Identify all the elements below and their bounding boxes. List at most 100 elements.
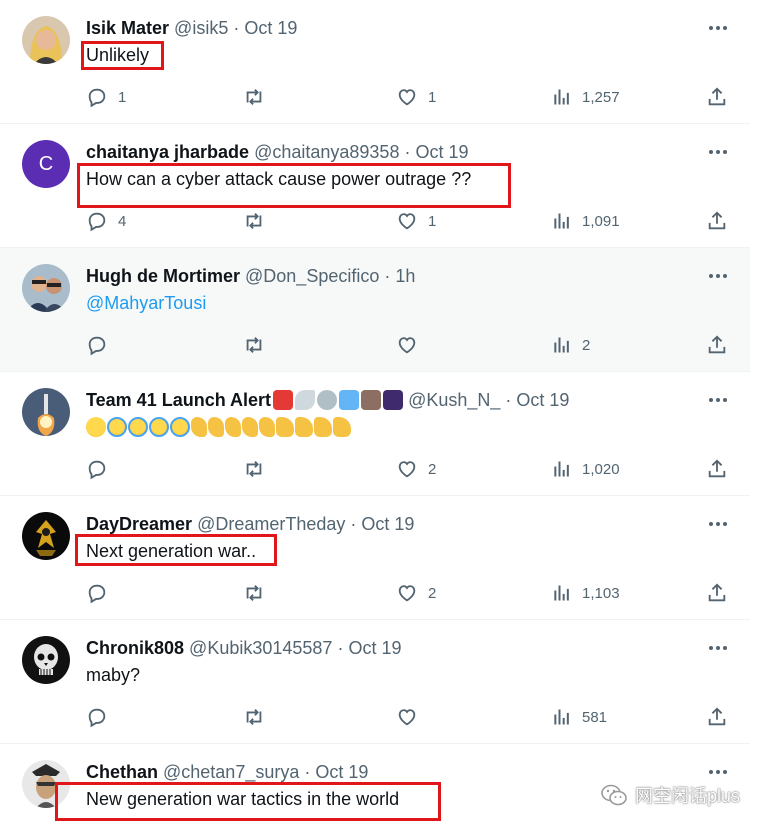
retweet-button[interactable] <box>242 332 266 358</box>
more-options-icon[interactable] <box>708 266 728 286</box>
user-handle[interactable]: @Don_Specifico <box>245 266 379 287</box>
like-button[interactable]: 1 <box>396 84 436 110</box>
user-handle[interactable]: @Kush_N_ <box>408 390 500 411</box>
share-icon <box>708 707 726 726</box>
reply-button[interactable]: 4 <box>86 208 126 234</box>
winking-face-icon <box>86 417 106 437</box>
share-button[interactable] <box>706 84 728 110</box>
like-button[interactable]: 2 <box>396 456 436 482</box>
like-button[interactable] <box>396 332 418 358</box>
tweet[interactable]: Chronik808 @Kubik30145587 · Oct 19 maby?… <box>0 620 750 744</box>
tweet[interactable]: Team 41 Launch Alert @Kush_N_ · Oct 19 2… <box>0 372 750 496</box>
timestamp[interactable]: Oct 19 <box>315 762 368 783</box>
reply-button[interactable] <box>86 456 108 482</box>
separator-dot: · <box>350 513 357 534</box>
reply-icon <box>88 88 106 108</box>
tweet-text <box>86 417 351 437</box>
share-button[interactable] <box>706 456 728 482</box>
reply-count: 4 <box>118 212 127 230</box>
views-icon <box>554 461 569 477</box>
heart-icon <box>398 709 416 726</box>
name-emojis <box>273 390 404 410</box>
timestamp[interactable]: Oct 19 <box>415 142 468 163</box>
views-button[interactable]: 2 <box>552 332 590 358</box>
separator-dot: · <box>233 17 240 38</box>
view-count: 2 <box>582 336 591 354</box>
rofl-icon <box>170 417 190 437</box>
user-handle[interactable]: @chaitanya89358 <box>254 142 399 163</box>
views-button[interactable]: 1,020 <box>552 456 620 482</box>
more-options-icon[interactable] <box>708 514 728 534</box>
reply-button[interactable] <box>86 332 108 358</box>
avatar[interactable]: C <box>22 140 70 188</box>
thumbs-up-icon <box>276 417 294 437</box>
views-button[interactable]: 581 <box>552 704 607 730</box>
timestamp[interactable]: Oct 19 <box>361 514 414 535</box>
views-button[interactable]: 1,257 <box>552 84 620 110</box>
like-button[interactable]: 2 <box>396 580 436 606</box>
share-button[interactable] <box>706 208 728 234</box>
retweet-button[interactable] <box>242 704 266 730</box>
timestamp[interactable]: Oct 19 <box>348 638 401 659</box>
display-name[interactable]: Chethan <box>86 762 158 783</box>
display-name[interactable]: DayDreamer <box>86 514 192 535</box>
like-button[interactable] <box>396 704 418 730</box>
retweet-button[interactable] <box>242 456 266 482</box>
user-handle[interactable]: @DreamerTheday <box>197 514 345 535</box>
share-button[interactable] <box>706 580 728 606</box>
views-button[interactable]: 1,091 <box>552 208 620 234</box>
display-name[interactable]: Chronik808 <box>86 638 184 659</box>
timestamp[interactable]: Oct 19 <box>516 390 569 411</box>
more-options-icon[interactable] <box>708 638 728 658</box>
more-options-icon[interactable] <box>708 762 728 782</box>
ok-hand-icon <box>208 417 224 437</box>
reply-button[interactable]: 1 <box>86 84 126 110</box>
tweet[interactable]: DayDreamer @DreamerTheday · Oct 19 Next … <box>0 496 750 620</box>
reply-button[interactable] <box>86 704 108 730</box>
wechat-icon <box>601 784 627 806</box>
display-name[interactable]: chaitanya jharbade <box>86 142 249 163</box>
more-options-icon[interactable] <box>708 142 728 162</box>
share-icon <box>708 583 726 602</box>
tweet[interactable]: Isik Mater @isik5 · Oct 19 Unlikely 1 1 … <box>0 0 750 124</box>
timestamp[interactable]: Oct 19 <box>244 18 297 39</box>
telescope-icon <box>361 390 382 410</box>
highlight-box <box>75 534 277 566</box>
avatar[interactable] <box>22 264 70 312</box>
share-icon <box>708 211 726 230</box>
avatar[interactable] <box>22 388 70 436</box>
tweet[interactable]: C chaitanya jharbade @chaitanya89358 · O… <box>0 124 750 248</box>
user-handle[interactable]: @isik5 <box>174 18 228 39</box>
reply-button[interactable] <box>86 580 108 606</box>
views-icon <box>554 213 569 229</box>
retweet-button[interactable] <box>242 208 266 234</box>
rofl-icon <box>107 417 127 437</box>
more-options-icon[interactable] <box>708 18 728 38</box>
display-name[interactable]: Isik Mater <box>86 18 169 39</box>
more-options-icon[interactable] <box>708 390 728 410</box>
avatar[interactable] <box>22 512 70 560</box>
share-button[interactable] <box>706 704 728 730</box>
share-button[interactable] <box>706 332 728 358</box>
display-name[interactable]: Team 41 Launch Alert <box>86 390 271 411</box>
reply-icon <box>88 212 106 232</box>
retweet-button[interactable] <box>242 84 266 110</box>
views-icon <box>554 337 569 353</box>
like-button[interactable]: 1 <box>396 208 436 234</box>
retweet-button[interactable] <box>242 580 266 606</box>
separator-dot: · <box>304 761 311 782</box>
reply-icon <box>88 584 106 604</box>
watermark: 网空闲话plus <box>601 782 740 808</box>
mention-link[interactable]: @MahyarTousi <box>86 293 206 314</box>
display-name[interactable]: Hugh de Mortimer <box>86 266 240 287</box>
avatar[interactable] <box>22 16 70 64</box>
timestamp[interactable]: 1h <box>395 266 415 287</box>
avatar[interactable] <box>22 636 70 684</box>
user-handle[interactable]: @chetan7_surya <box>163 762 299 783</box>
action-bar: 4 1 1,091 <box>86 208 728 234</box>
views-icon <box>554 585 569 601</box>
reply-icon <box>88 708 106 728</box>
views-button[interactable]: 1,103 <box>552 580 620 606</box>
tweet[interactable]: Hugh de Mortimer @Don_Specifico · 1h @Ma… <box>0 248 750 372</box>
user-handle[interactable]: @Kubik30145587 <box>189 638 332 659</box>
